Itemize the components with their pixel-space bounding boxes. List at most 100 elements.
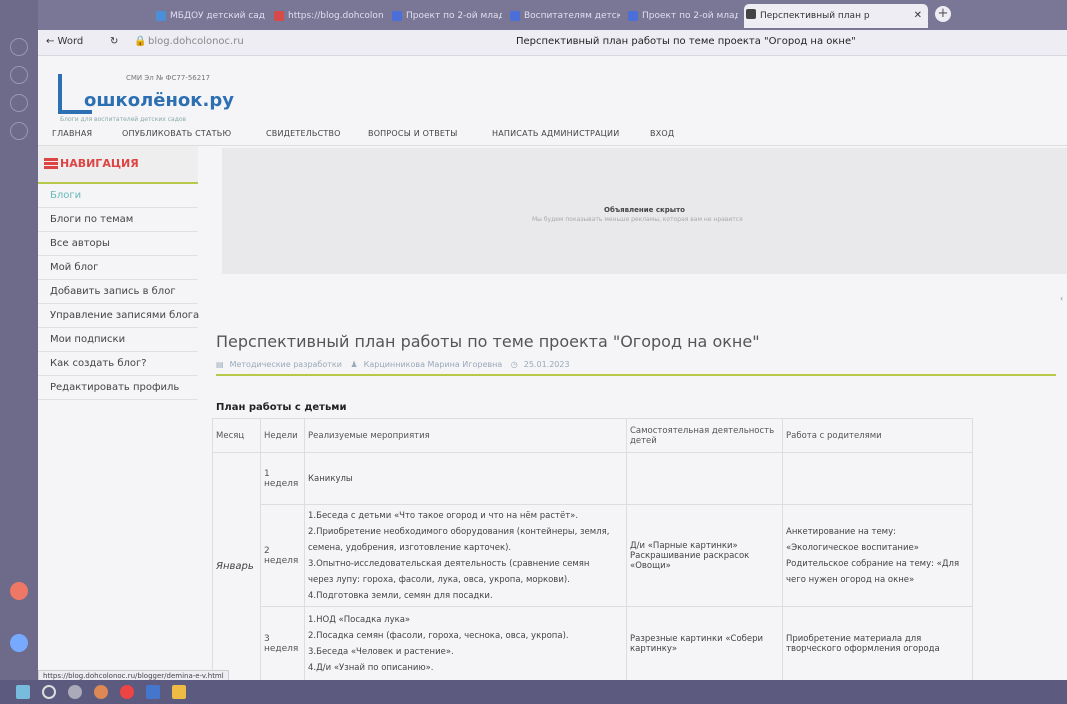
table-row: 3 неделя 1.НОД «Посадка лука» 2.Посадка …	[213, 606, 973, 680]
tab-favicon-icon	[156, 11, 166, 21]
clock-icon: ◷	[510, 360, 518, 369]
independent-cell	[626, 452, 783, 505]
tab-active[interactable]: Перспективный план р ✕	[744, 4, 928, 28]
logo-name: ошколёнок.ру	[84, 90, 234, 111]
site-logo[interactable]: СМИ Эл № ФС77-56217 ошколёнок.ру Блоги д…	[54, 68, 244, 124]
month-cell: Январь	[212, 452, 261, 680]
app-icon[interactable]	[94, 685, 108, 699]
app-icon[interactable]	[68, 685, 82, 699]
menu-item-publish[interactable]: ОПУБЛИКОВАТЬ СТАТЬЮ	[122, 129, 231, 138]
sidebar-item-blogs[interactable]: Блоги	[38, 184, 198, 208]
sidebar-item-manage-posts[interactable]: Управление записями блога	[38, 304, 199, 328]
activity-item: 1.НОД «Посадка лука»	[308, 614, 411, 625]
ad-subtitle: Мы будем показывать меньше рекламы, кото…	[532, 216, 743, 223]
tab-favicon-icon	[746, 9, 756, 19]
start-icon[interactable]	[16, 685, 30, 699]
header-parents: Работа с родителями	[782, 418, 973, 453]
activity-item: 4.Д/и «Узнай по описанию».	[308, 662, 434, 673]
tab-label: Перспективный план р	[760, 11, 870, 21]
navigation-header[interactable]: НАВИГАЦИЯ	[38, 146, 198, 184]
clock-icon[interactable]	[10, 66, 28, 84]
word-icon[interactable]	[146, 685, 160, 699]
menu-item-faq[interactable]: ВОПРОСЫ И ОТВЕТЫ	[368, 129, 458, 138]
smi-number: СМИ Эл № ФС77-56217	[126, 74, 211, 82]
week-cell: 1 неделя	[260, 452, 305, 505]
sidebar-item-my-blog[interactable]: Мой блог	[38, 256, 198, 280]
tab-bar: МБДОУ детский сад № 2 https://blog.dohco…	[38, 0, 1067, 30]
activity-item: 2.Приобретение необходимого оборудования…	[308, 526, 610, 537]
ad-placeholder: Объявление скрыто Мы будем показывать ме…	[222, 148, 1067, 274]
sidebar-item-all-authors[interactable]: Все авторы	[38, 232, 198, 256]
activities-cell: 1.Беседа с детьми «Что такое огород и чт…	[304, 504, 627, 607]
activity-item: Каникулы	[308, 473, 353, 484]
menu-item-home[interactable]: ГЛАВНАЯ	[52, 129, 92, 138]
article-author[interactable]: Карцинникова Марина Игоревна	[364, 360, 503, 369]
new-tab-icon[interactable]: +	[935, 6, 951, 22]
close-tab-icon[interactable]: ✕	[914, 4, 922, 28]
sidebar-item-add-post[interactable]: Добавить запись в блог	[38, 280, 198, 304]
user-icon: ♟	[350, 360, 358, 369]
activity-item: 3.Опытно-исследовательская деятельность …	[308, 558, 590, 569]
tab[interactable]: Воспитателям детских сад	[508, 6, 620, 26]
parents-cell: Анкетирование на тему: «Экологическое во…	[782, 504, 973, 607]
tab-label: https://blog.dohcolonoc.ru	[288, 11, 384, 21]
menu-icon	[44, 158, 58, 169]
tab[interactable]: Проект по 2-ой младшей	[626, 6, 738, 26]
tab-label: Проект по 2-ой младшей	[642, 11, 738, 21]
independent-cell: Разрезные картинки «Собери картинку»	[626, 606, 783, 680]
tab-favicon-icon	[628, 11, 638, 21]
activity-item: 2.Посадка семян (фасоли, гороха, чеснока…	[308, 630, 569, 641]
window-title: Перспективный план работы по теме проект…	[516, 36, 856, 47]
parents-item: Анкетирование на тему: «Экологическое во…	[786, 526, 919, 553]
tab-favicon-icon	[392, 11, 402, 21]
article-category[interactable]: Методические разработки	[230, 360, 342, 369]
parents-cell: Приобретение материала для творческого о…	[782, 606, 973, 680]
week-cell: 3 неделя	[260, 606, 305, 680]
url-field[interactable]: blog.dohcolonoc.ru	[148, 36, 244, 47]
activities-cell: Каникулы	[304, 452, 627, 505]
sidebar-item-subscriptions[interactable]: Мои подписки	[38, 328, 198, 352]
article-title: Перспективный план работы по теме проект…	[216, 332, 760, 351]
header-activities: Реализуемые мероприятия	[304, 418, 627, 453]
back-button[interactable]: ← Word	[46, 36, 83, 47]
article-date: 25.01.2023	[523, 360, 570, 369]
menu-item-login[interactable]: ВХОД	[650, 129, 674, 138]
ad-title: Объявление скрыто	[604, 206, 685, 214]
search-icon[interactable]	[42, 685, 56, 699]
plan-table: Месяц Недели Реализуемые мероприятия Сам…	[212, 418, 973, 680]
menu-item-certificate[interactable]: СВИДЕТЕЛЬСТВО	[266, 129, 341, 138]
parents-item: Родительское собрание на тему: «Для чего…	[786, 558, 960, 585]
lock-icon: 🔒	[134, 36, 147, 47]
table-row: 2 неделя 1.Беседа с детьми «Что такое ог…	[213, 504, 973, 607]
table-header-row: Месяц Недели Реализуемые мероприятия Сам…	[212, 418, 973, 453]
activities-cell: 1.НОД «Посадка лука» 2.Посадка семян (фа…	[304, 606, 627, 680]
activity-item: через лупу: гороха, фасоли, лука, овса, …	[308, 574, 570, 585]
sidebar-item-how-to[interactable]: Как создать блог?	[38, 352, 198, 376]
activity-item: семена, удобрения, изготовление карточек…	[308, 542, 512, 553]
menu-item-contact-admin[interactable]: НАПИСАТЬ АДМИНИСТРАЦИИ	[492, 129, 619, 138]
activity-item: 3.Беседа «Человек и растение».	[308, 646, 454, 657]
history-icon[interactable]	[10, 38, 28, 56]
collections-icon[interactable]	[10, 122, 28, 140]
folder-icon[interactable]	[172, 685, 186, 699]
settings-icon[interactable]	[10, 94, 28, 112]
sidebar-item-edit-profile[interactable]: Редактировать профиль	[38, 376, 198, 400]
tab-favicon-icon	[510, 11, 520, 21]
header-month: Месяц	[212, 418, 261, 453]
taskbar	[0, 680, 1067, 704]
tab-label: МБДОУ детский сад № 2	[170, 11, 266, 21]
web-page: СМИ Эл № ФС77-56217 ошколёнок.ру Блоги д…	[38, 56, 1067, 680]
sidebar-item-blogs-by-topic[interactable]: Блоги по темам	[38, 208, 198, 232]
chevron-left-icon[interactable]: ‹	[1060, 294, 1063, 303]
browser-icon[interactable]	[120, 685, 134, 699]
assistant-icon[interactable]	[10, 634, 28, 652]
activity-item: 4.Подготовка земли, семян для посадки.	[308, 590, 493, 601]
reload-icon[interactable]: ↻	[110, 36, 118, 47]
tab[interactable]: Проект по 2-ой младшей	[390, 6, 502, 26]
navigation-title: НАВИГАЦИЯ	[60, 157, 139, 170]
header-weeks: Недели	[260, 418, 305, 453]
table-row: Январь 1 неделя Каникулы	[212, 452, 973, 680]
app-icon[interactable]	[10, 582, 28, 600]
tab[interactable]: https://blog.dohcolonoc.ru	[272, 6, 384, 26]
tab[interactable]: МБДОУ детский сад № 2	[154, 6, 266, 26]
